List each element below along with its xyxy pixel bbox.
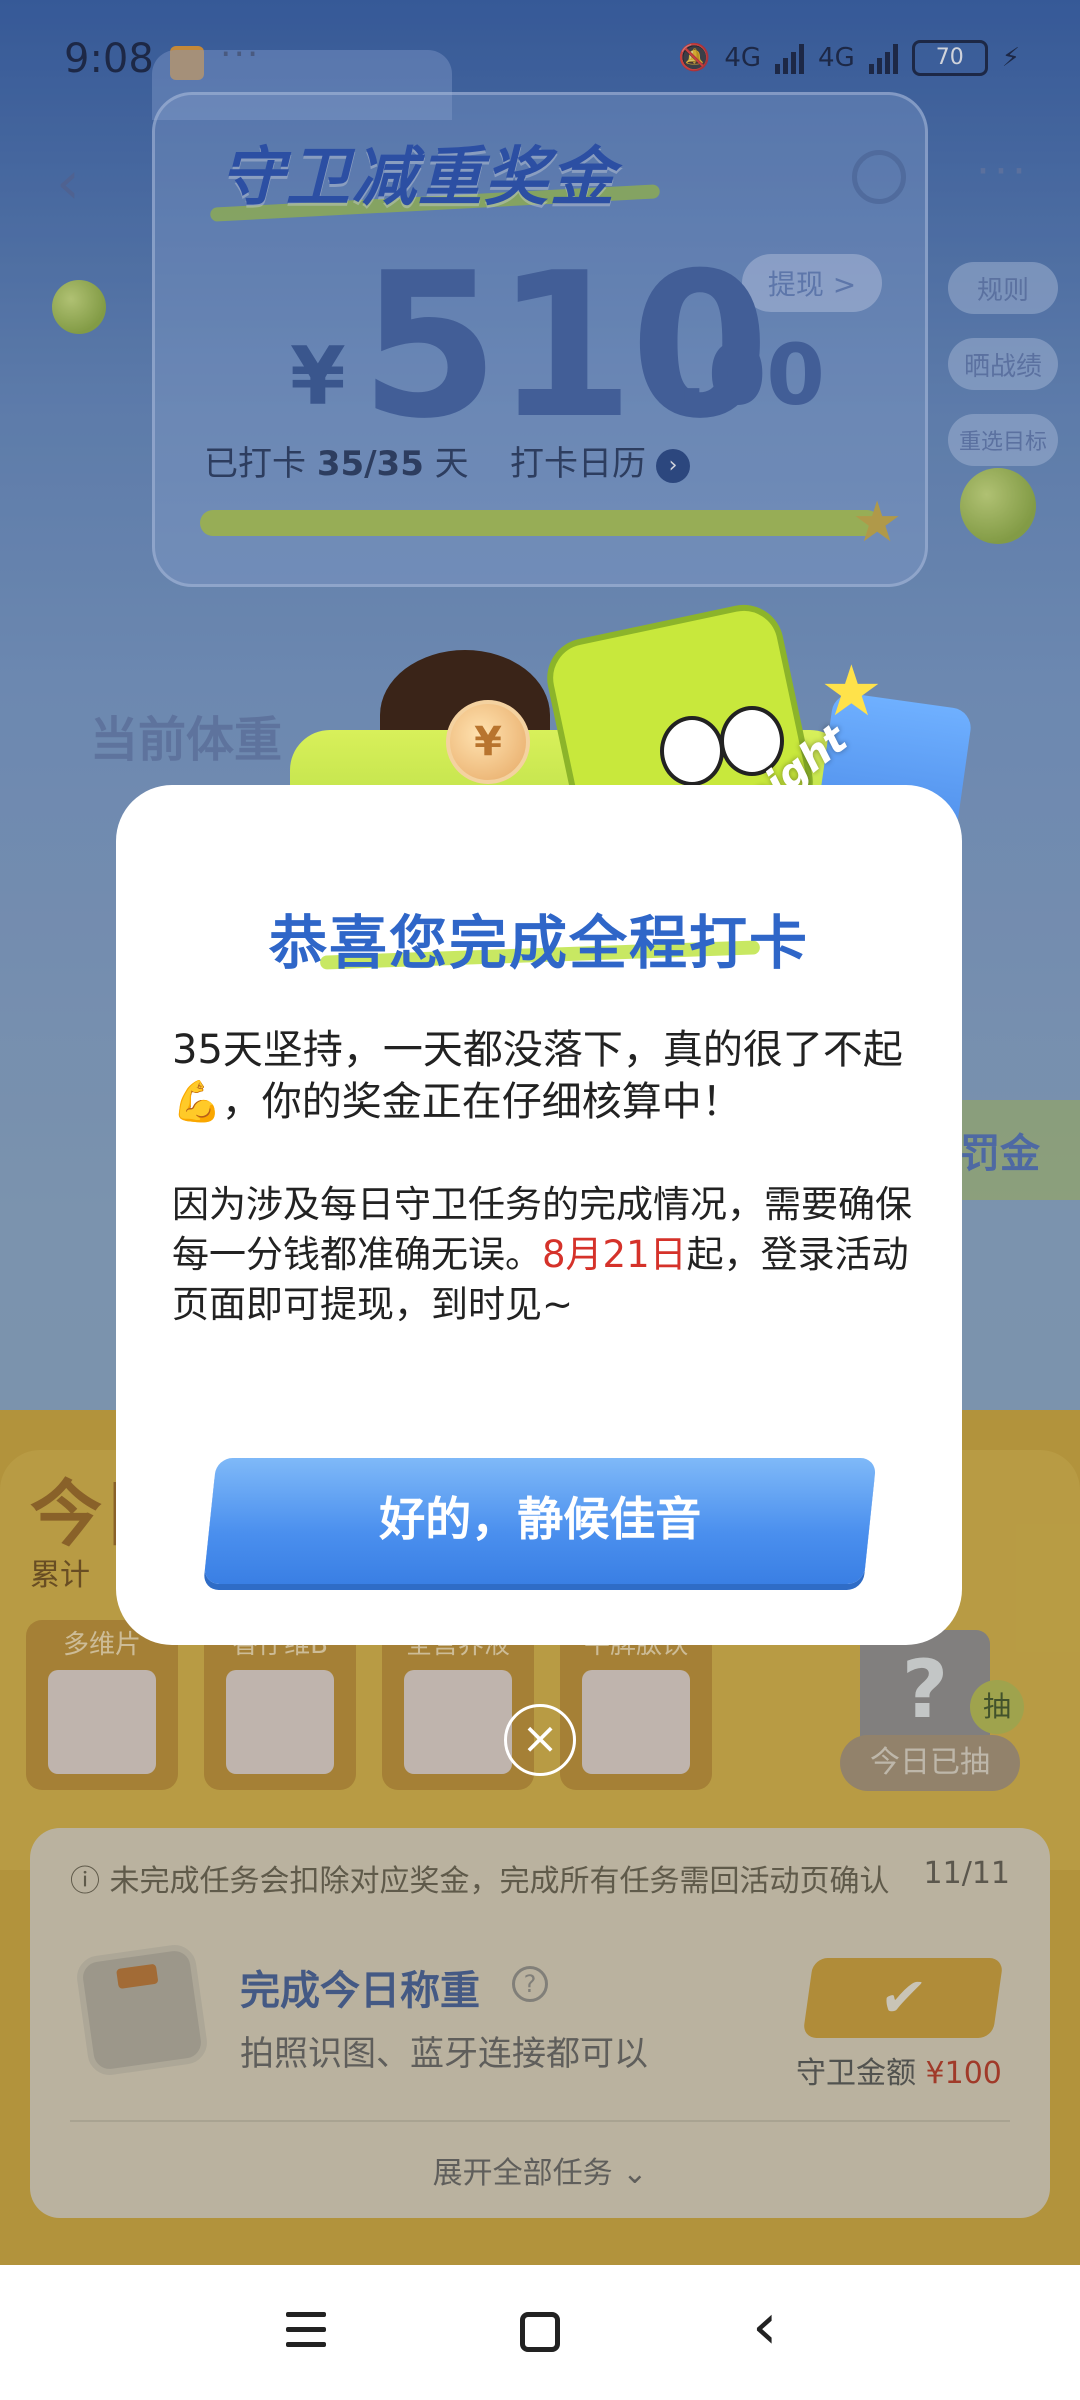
home-icon[interactable] bbox=[520, 2312, 560, 2352]
dialog-message-1: 35天坚持，一天都没落下，真的很了不起💪，你的奖金正在仔细核算中！ bbox=[172, 1027, 903, 1125]
close-icon[interactable]: × bbox=[504, 1704, 576, 1776]
menu-icon[interactable] bbox=[286, 2312, 326, 2348]
coin-icon: ¥ bbox=[446, 700, 530, 784]
confirm-label: 好的，静候佳音 bbox=[379, 1492, 702, 1546]
withdraw-date: 8月21日 bbox=[542, 1233, 687, 1276]
dialog-title: 恭喜您完成全程打卡 bbox=[268, 909, 809, 977]
mascot-eye bbox=[660, 716, 724, 786]
back-nav-icon[interactable]: ‹ bbox=[752, 2290, 778, 2364]
confirm-button[interactable]: 好的，静候佳音 bbox=[203, 1458, 877, 1584]
dialog-message-2: 因为涉及每日守卫任务的完成情况，需要确保每一分钱都准确无误。8月21日起，登录活… bbox=[172, 1180, 912, 1330]
